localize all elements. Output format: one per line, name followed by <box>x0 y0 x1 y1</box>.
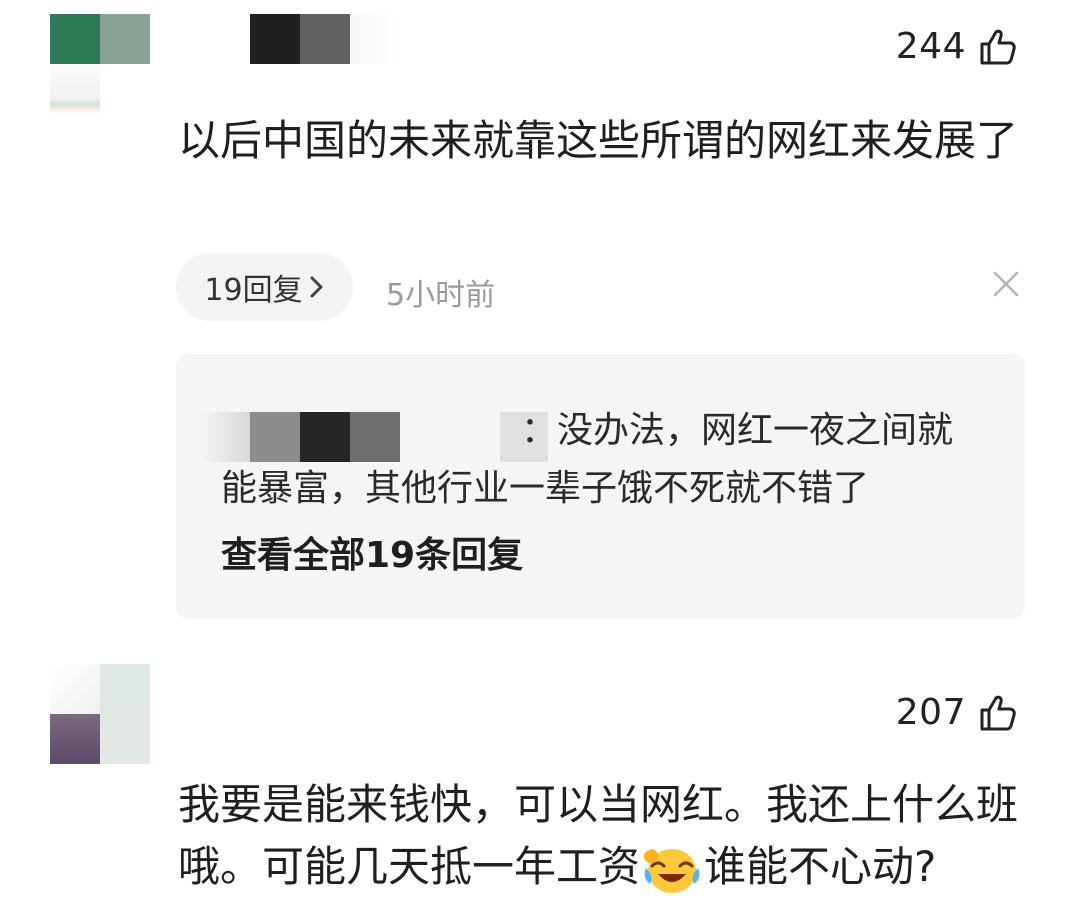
laughing-crying-emoji <box>643 848 700 893</box>
chevron-right-icon <box>310 276 323 298</box>
like-count: 207 <box>895 692 966 733</box>
reply-text: ：没办法，网红一夜之间就能暴富，其他行业一辈子饿不死就不错了 <box>221 410 954 509</box>
username-masked[interactable] <box>250 14 400 64</box>
comment-text-part2: 谁能不心动? <box>704 842 937 891</box>
comment-text: 以后中国的未来就靠这些所谓的网红来发展了 <box>178 116 1019 165</box>
thumbs-up-icon[interactable] <box>978 27 1018 67</box>
avatar[interactable] <box>50 14 150 114</box>
reply-preview[interactable]: ：没办法，网红一夜之间就能暴富，其他行业一辈子饿不死就不错了 查看全部19条回复 <box>176 354 1025 619</box>
replies-button[interactable]: 19回复 <box>176 253 353 321</box>
comment-item: 244 以后中国的未来就靠这些所谓的网红来发展了 19回复 5小时前 ：没办法，… <box>0 0 1080 640</box>
view-all-replies-link[interactable]: 查看全部19条回复 <box>221 526 523 578</box>
close-icon[interactable] <box>990 268 1022 300</box>
like-control[interactable]: 207 <box>896 692 1018 733</box>
thumbs-up-icon[interactable] <box>978 693 1018 733</box>
avatar[interactable] <box>50 664 150 764</box>
like-control[interactable]: 244 <box>896 26 1018 67</box>
comment-time: 5小时前 <box>386 278 496 313</box>
replies-label: 19回复 <box>204 273 303 308</box>
comment-text: 我要是能来钱快，可以当网红。我还上什么班哦。可能几天抵一年工资 谁能不心动? <box>178 774 1028 898</box>
like-count: 244 <box>895 26 966 67</box>
